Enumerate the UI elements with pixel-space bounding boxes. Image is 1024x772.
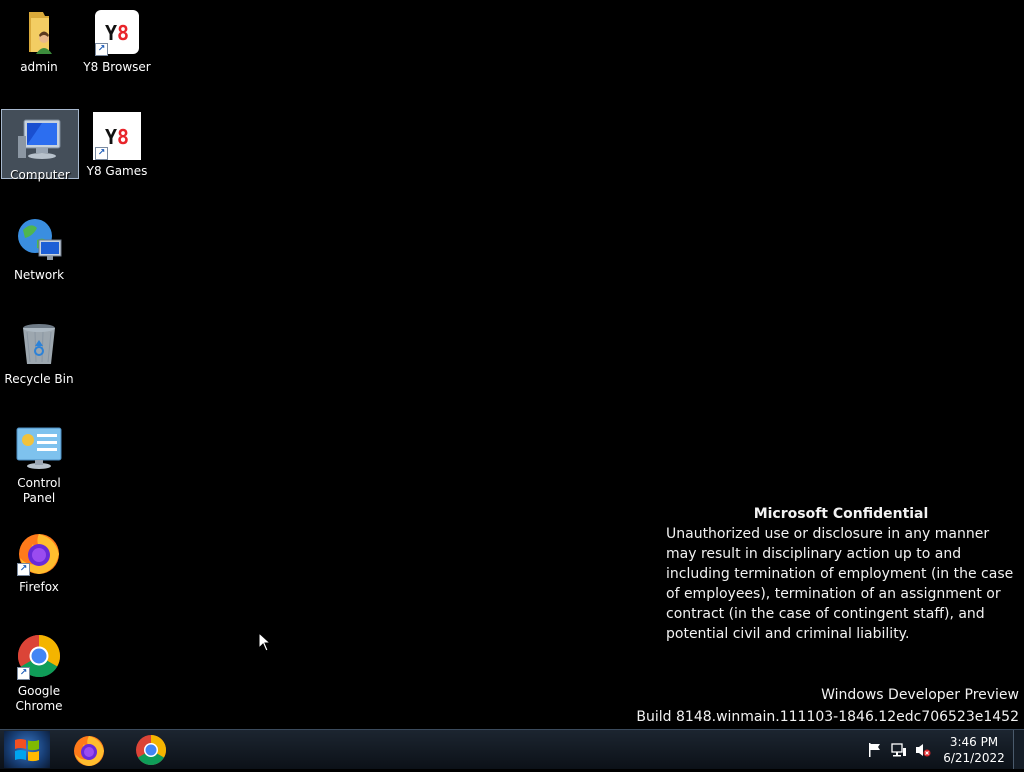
- svg-text:Y8: Y8: [105, 21, 129, 45]
- build-info-number: Build 8148.winmain.111103-1846.12edc7065…: [636, 709, 1019, 725]
- desktop-icon-y8-games[interactable]: Y8 ↗ Y8 Games: [78, 106, 156, 178]
- desktop-icon-label: Control Panel: [17, 476, 61, 505]
- desktop-icon-label: Recycle Bin: [4, 372, 74, 386]
- shortcut-arrow-icon: ↗: [95, 147, 108, 160]
- desktop-icon-label: Computer: [10, 168, 70, 182]
- shortcut-arrow-icon: ↗: [17, 667, 30, 680]
- desktop-icon-label: admin: [20, 60, 58, 74]
- desktop-icon-computer[interactable]: Computer: [1, 109, 79, 182]
- action-center-flag-icon[interactable]: [867, 742, 883, 758]
- control-panel-icon: [15, 424, 63, 472]
- volume-muted-icon[interactable]: [915, 742, 931, 758]
- taskbar-chrome-button[interactable]: [129, 732, 173, 768]
- watermark-title: Microsoft Confidential: [753, 506, 929, 522]
- taskbar: 3:46 PM 6/21/2022: [0, 729, 1024, 769]
- desktop-icon-google-chrome[interactable]: ↗ Google Chrome: [0, 626, 78, 714]
- start-button[interactable]: [4, 731, 50, 768]
- network-icon[interactable]: [891, 742, 907, 758]
- y8-browser-icon: Y8 ↗: [93, 8, 141, 56]
- desktop-icon-label: Y8 Browser: [83, 60, 151, 74]
- desktop[interactable]: admin Y8 ↗ Y8 Browser Computer Y8 ↗ Y8 G…: [0, 0, 1024, 729]
- taskbar-firefox-button[interactable]: [67, 732, 111, 768]
- show-desktop-button[interactable]: [1013, 730, 1024, 769]
- user-folder-icon: [15, 8, 63, 56]
- desktop-icon-admin[interactable]: admin: [0, 2, 78, 74]
- desktop-icon-label: Y8 Games: [86, 164, 148, 178]
- shortcut-arrow-icon: ↗: [95, 43, 108, 56]
- computer-icon: [16, 116, 64, 164]
- taskbar-clock[interactable]: 3:46 PM 6/21/2022: [938, 734, 1010, 766]
- svg-text:Y8: Y8: [105, 125, 129, 149]
- network-globe-icon: [15, 216, 63, 264]
- build-info-edition: Windows Developer Preview: [821, 687, 1019, 703]
- clock-time: 3:46 PM: [949, 735, 999, 749]
- shortcut-arrow-icon: ↗: [17, 563, 30, 576]
- y8-games-icon: Y8 ↗: [93, 112, 141, 160]
- confidential-watermark: Microsoft Confidential Unauthorized use …: [666, 504, 1016, 644]
- desktop-icon-label: Firefox: [19, 580, 59, 594]
- desktop-icon-control-panel[interactable]: Control Panel: [0, 418, 78, 505]
- firefox-icon: ↗: [15, 528, 63, 576]
- firefox-icon: [74, 736, 104, 766]
- desktop-icon-label: Network: [13, 268, 65, 282]
- desktop-icon-recycle-bin[interactable]: Recycle Bin: [0, 314, 78, 386]
- mouse-cursor-icon: [258, 632, 272, 652]
- desktop-icon-label: Google Chrome: [15, 684, 63, 713]
- recycle-bin-icon: [15, 320, 63, 368]
- desktop-icon-firefox[interactable]: ↗ Firefox: [0, 522, 78, 594]
- clock-date: 6/21/2022: [943, 751, 1005, 765]
- watermark-body: Unauthorized use or disclosure in any ma…: [666, 526, 1014, 642]
- build-info: Windows Developer Preview Build 8148.win…: [636, 684, 1019, 728]
- desktop-icon-y8-browser[interactable]: Y8 ↗ Y8 Browser: [78, 2, 156, 74]
- desktop-icon-network[interactable]: Network: [0, 210, 78, 282]
- chrome-icon: [136, 735, 167, 766]
- windows-logo-icon: [15, 739, 39, 762]
- chrome-icon: ↗: [15, 632, 63, 680]
